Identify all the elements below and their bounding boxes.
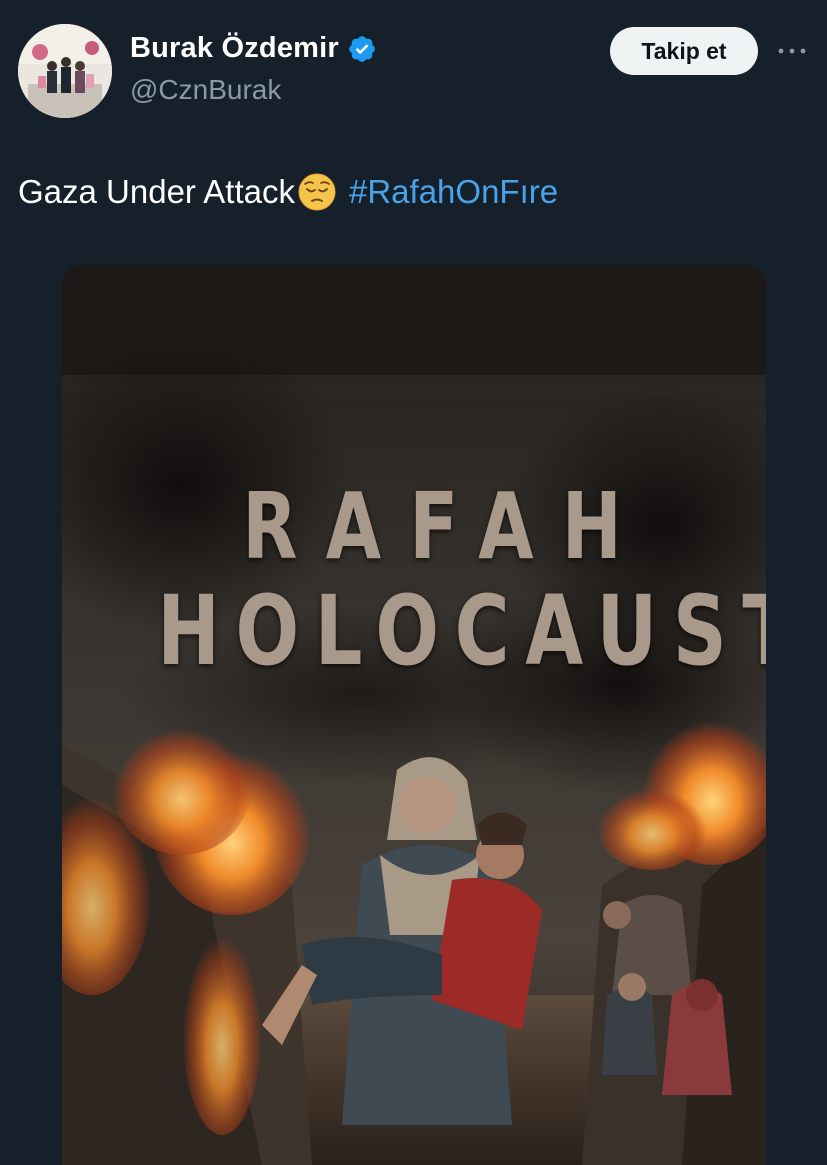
follow-button[interactable]: Takip et <box>610 27 758 75</box>
tweet-header: Burak Özdemir @CznBurak Takip et <box>0 0 827 140</box>
tweet-media-image[interactable]: RAFAH HOLOCAUST <box>62 265 766 1165</box>
tweet-text: Gaza Under Attack #RafahOnFıre <box>18 172 558 212</box>
more-horizontal-icon[interactable] <box>774 38 810 64</box>
poster-illustration <box>62 265 766 1165</box>
poster-title-line1: RAFAH <box>242 473 650 580</box>
verified-badge-icon <box>349 35 375 62</box>
tweet-text-body: Gaza Under Attack <box>18 173 295 210</box>
pensive-face-emoji <box>298 173 336 211</box>
poster-title-line2: HOLOCAUST <box>157 575 766 687</box>
author-display-name[interactable]: Burak Özdemir <box>130 32 339 65</box>
avatar-photo <box>18 24 112 118</box>
author-name-row[interactable]: Burak Özdemir <box>130 32 377 65</box>
hashtag-link[interactable]: #RafahOnFıre <box>349 173 558 211</box>
author-handle[interactable]: @CznBurak <box>130 74 281 106</box>
avatar[interactable] <box>18 24 112 118</box>
